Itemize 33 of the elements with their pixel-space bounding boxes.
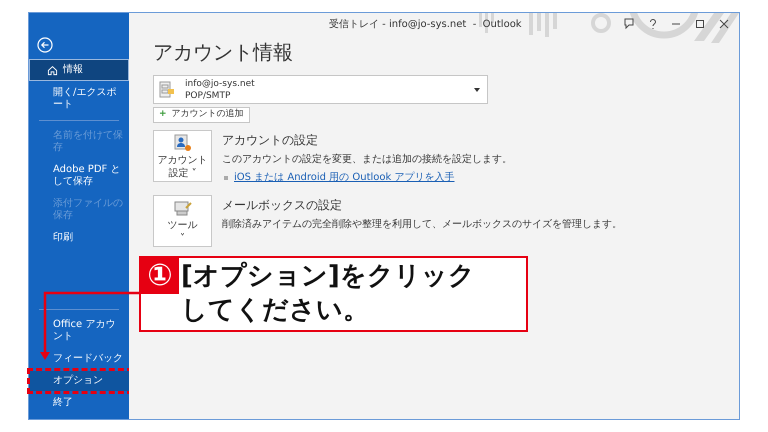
callout-text: してください。 — [181, 294, 370, 327]
home-icon — [47, 64, 58, 76]
sidebar-item[interactable]: Office アカウント — [29, 315, 129, 347]
app-link[interactable]: iOS または Android 用の Outlook アプリを入手 — [234, 170, 454, 185]
card-button[interactable]: ツール ˅ — [153, 195, 212, 247]
card-title: アカウントの設定 — [222, 132, 319, 149]
sidebar-item[interactable]: 終了 — [29, 393, 129, 413]
account-type: POP/SMTP — [185, 90, 232, 102]
bullet-icon — [224, 176, 228, 180]
help-icon[interactable] — [649, 18, 657, 30]
card-description: 削除済みアイテムの完全削除や整理を利用して、メールボックスのサイズを管理します。 — [222, 218, 622, 232]
add-account-button[interactable]: + アカウントの追加 — [153, 107, 250, 123]
page-heading: アカウント情報 — [153, 39, 294, 66]
card-title: メールボックスの設定 — [222, 197, 343, 214]
close-icon[interactable] — [719, 19, 729, 29]
sidebar-item[interactable]: フィードバック — [29, 349, 129, 369]
maximize-icon[interactable] — [695, 19, 705, 29]
dropdown-caret-icon — [474, 88, 480, 92]
card-button[interactable]: アカウント 設定 ˅ — [153, 130, 212, 182]
sidebar-item[interactable]: 情報 — [29, 59, 129, 81]
window-title: 受信トレイ - info@jo-sys.net - Outlook — [329, 18, 522, 32]
account-settings-icon — [172, 133, 192, 153]
feedback-icon[interactable] — [623, 18, 635, 30]
mailbox-icon — [159, 80, 175, 98]
sidebar-item[interactable]: 開く/エクスポート — [29, 83, 129, 115]
step-number: ① — [141, 258, 179, 294]
sidebar-item[interactable]: 印刷 — [29, 228, 129, 248]
account-selector[interactable]: info@jo-sys.net POP/SMTP — [153, 75, 488, 104]
account-email: info@jo-sys.net — [185, 78, 255, 90]
sidebar-item[interactable]: Adobe PDF として保存 — [29, 160, 129, 192]
card-description: このアカウントの設定を変更、または追加の接続を設定します。 — [222, 152, 512, 167]
callout-text: [オプション]をクリック — [181, 260, 475, 293]
sidebar-item[interactable]: オプション — [29, 371, 129, 391]
